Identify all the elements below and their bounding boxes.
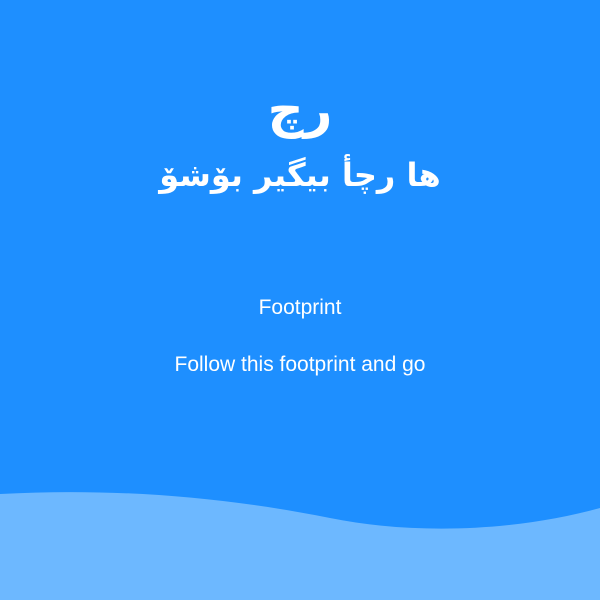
- app-logo: رچ: [0, 78, 600, 142]
- onboarding-description: Follow this footprint and go: [174, 353, 426, 376]
- app-name: ها رچأ بیگیر بۆشۆ: [159, 156, 441, 194]
- onboarding-title: Footprint: [258, 296, 342, 319]
- logo-mark: رچ: [267, 81, 333, 139]
- splash-screen: رچ ها رچأ بیگیر بۆشۆ Footprint Follow th…: [0, 0, 600, 600]
